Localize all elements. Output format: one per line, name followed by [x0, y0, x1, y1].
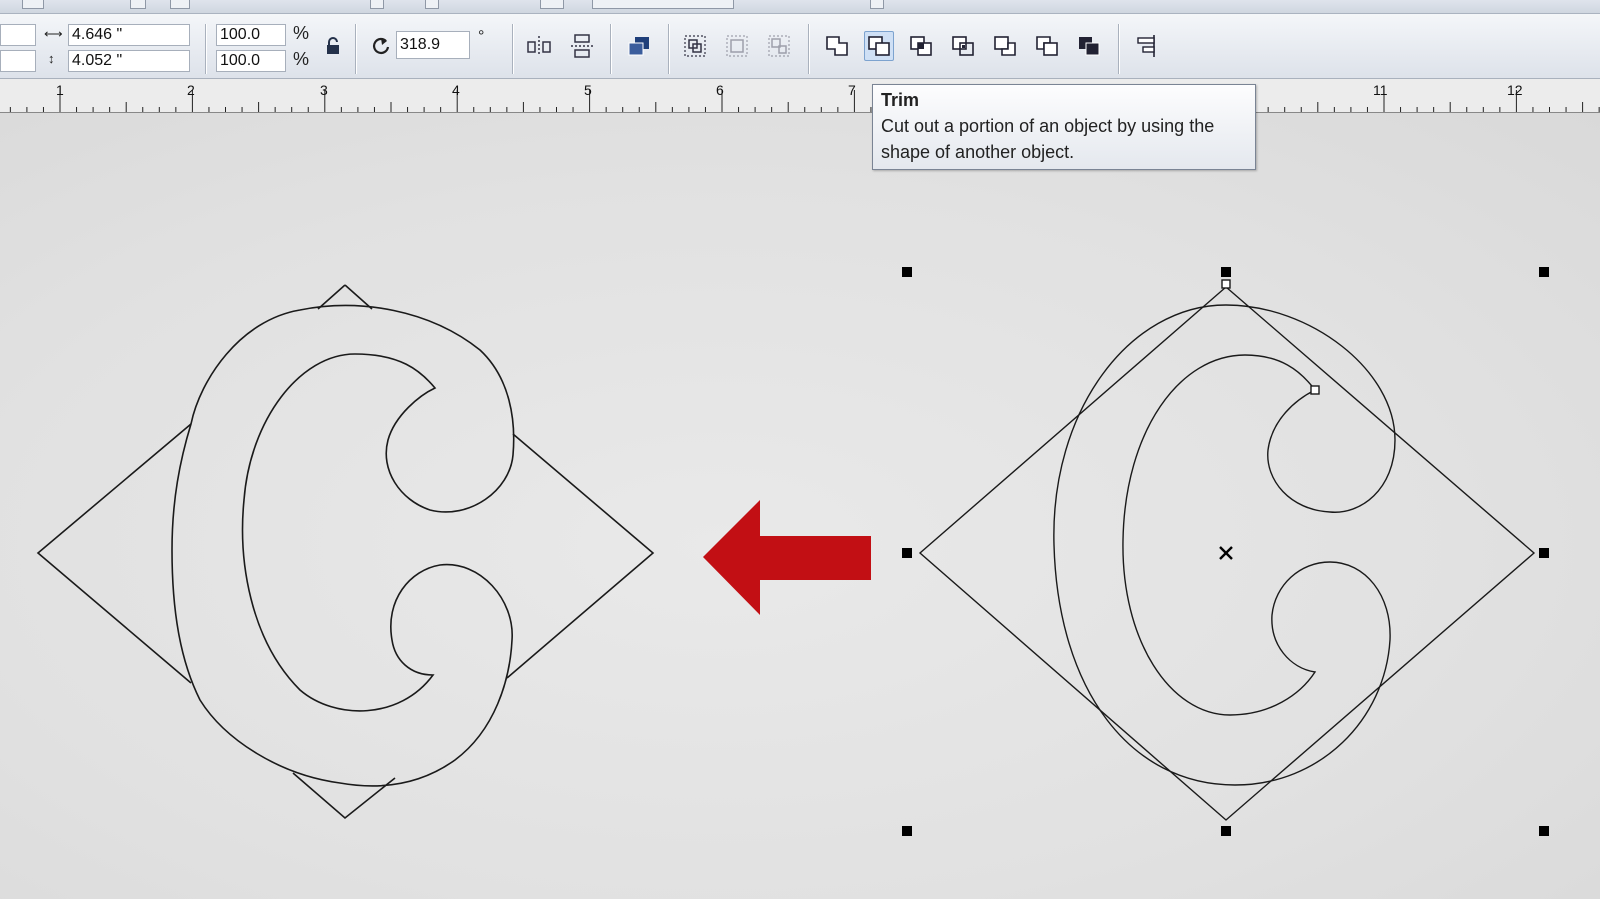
arrange-icon[interactable] — [624, 31, 654, 61]
toolbar-button-stub[interactable] — [130, 0, 146, 9]
ruler-label: 3 — [320, 82, 328, 98]
scale-y-field[interactable]: 100.0 — [216, 50, 286, 72]
ruler-label: 2 — [187, 82, 195, 98]
selection-handle-top-center[interactable] — [1221, 267, 1231, 277]
upper-toolbar-strip — [0, 0, 1600, 14]
position-x-field[interactable] — [0, 24, 36, 46]
selection-handle-middle-left[interactable] — [902, 548, 912, 558]
align-distribute-icon[interactable] — [1132, 31, 1162, 61]
object-height-field[interactable]: 4.052 " — [68, 50, 190, 72]
rotation-angle-field[interactable]: 318.9 — [396, 31, 470, 59]
ruler-label: 12 — [1507, 82, 1523, 98]
ruler-label: 11 — [1373, 82, 1388, 98]
object-width-field[interactable]: 4.646 " — [68, 24, 190, 46]
ungroup-icon[interactable] — [722, 31, 752, 61]
diamond-right-fragment — [506, 433, 655, 679]
back-minus-front-icon[interactable] — [1032, 31, 1062, 61]
height-icon: ↕ — [48, 51, 55, 66]
separator — [355, 24, 357, 74]
selection-handle-bottom-right[interactable] — [1539, 826, 1549, 836]
trim-tooltip: Trim Cut out a portion of an object by u… — [872, 84, 1256, 170]
mirror-horizontal-icon[interactable] — [524, 31, 554, 61]
node-handle[interactable] — [1221, 279, 1231, 289]
ruler-label: 5 — [584, 82, 592, 98]
drawing-canvas[interactable] — [0, 113, 1600, 899]
ruler-ticks — [9, 90, 1600, 112]
toolbar-button-stub[interactable] — [370, 0, 384, 9]
selection-handle-middle-right[interactable] — [1539, 548, 1549, 558]
separator — [1118, 24, 1120, 74]
tooltip-description: Cut out a portion of an object by using … — [881, 116, 1215, 162]
selection-handle-top-left[interactable] — [902, 267, 912, 277]
selection-handle-top-right[interactable] — [1539, 267, 1549, 277]
scale-x-field[interactable]: 100.0 — [216, 24, 286, 46]
ruler-label: 1 — [56, 82, 64, 98]
selection-handle-bottom-center[interactable] — [1221, 826, 1231, 836]
ruler-label: 7 — [848, 82, 856, 98]
percent-label: % — [293, 49, 310, 69]
front-minus-back-icon[interactable] — [990, 31, 1020, 61]
outer-c-contour — [171, 304, 515, 787]
selection-handle-bottom-left[interactable] — [902, 826, 912, 836]
separator — [808, 24, 810, 74]
source-objects[interactable] — [918, 279, 1536, 821]
center-marker-icon[interactable] — [1219, 546, 1233, 560]
separator — [205, 24, 207, 74]
group-icon[interactable] — [680, 31, 710, 61]
degree-label: ° — [478, 28, 485, 45]
percent-label: % — [293, 23, 310, 43]
create-boundary-icon[interactable] — [1074, 31, 1104, 61]
diamond-bottom-fragment — [292, 772, 396, 820]
separator — [610, 24, 612, 74]
ungroup-all-icon[interactable] — [764, 31, 794, 61]
toolbar-button-stub[interactable] — [425, 0, 439, 9]
lock-icon[interactable] — [318, 31, 348, 61]
ruler-label: 4 — [452, 82, 460, 98]
horizontal-ruler[interactable]: 1 2 3 4 5 6 7 11 12 — [0, 79, 1600, 113]
toolbar-button-stub[interactable] — [540, 0, 564, 9]
position-y-field[interactable] — [0, 50, 36, 72]
separator — [512, 24, 514, 74]
trim-icon[interactable] — [864, 31, 894, 61]
trimmed-result-shape[interactable] — [36, 284, 655, 820]
property-bar: ⟷ ↕ 4.646 " 4.052 " 100.0 100.0 % % 318.… — [0, 14, 1600, 79]
toolbar-button-stub[interactable] — [170, 0, 190, 9]
simplify-icon[interactable] — [948, 31, 978, 61]
width-icon: ⟷ — [44, 26, 63, 41]
intersect-icon[interactable] — [906, 31, 936, 61]
toolbar-button-stub[interactable] — [22, 0, 44, 9]
mirror-vertical-icon[interactable] — [567, 31, 597, 61]
tooltip-title: Trim — [881, 90, 920, 110]
separator — [668, 24, 670, 74]
toolbar-combo-stub[interactable] — [592, 0, 734, 9]
ruler-label: 6 — [716, 82, 724, 98]
direction-arrow — [703, 500, 871, 615]
diamond-left-fragment — [36, 423, 192, 684]
c-shape-object — [1053, 304, 1396, 786]
node-handle[interactable] — [1310, 385, 1320, 395]
toolbar-button-stub[interactable] — [870, 0, 884, 9]
rotate-icon — [366, 31, 396, 61]
weld-icon[interactable] — [822, 31, 852, 61]
